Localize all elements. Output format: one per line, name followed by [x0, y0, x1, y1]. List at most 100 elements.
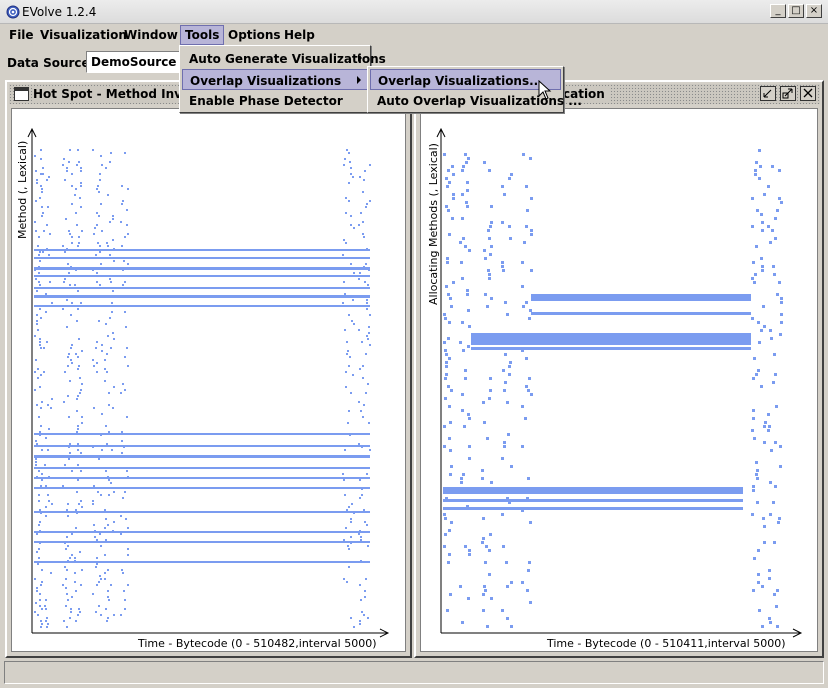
plot-mark: [80, 182, 82, 184]
plot-mark: [779, 445, 782, 448]
app-icon: [6, 5, 20, 19]
plot-mark: [47, 455, 49, 457]
plot-mark: [104, 380, 106, 382]
plot-canvas[interactable]: Allocating Methods (, Lexical) Time - By…: [420, 108, 818, 652]
plot-mark: [459, 341, 462, 344]
plot-mark: [486, 305, 489, 308]
plot-mark: [506, 497, 509, 500]
plot-mark: [450, 389, 453, 392]
plot-mark: [448, 405, 451, 408]
plot-mark: [77, 464, 79, 466]
plot-mark: [113, 521, 115, 523]
plot-mark: [778, 517, 781, 520]
plot-mark: [127, 188, 129, 190]
plot-mark: [69, 380, 71, 382]
plot-mark: [360, 410, 362, 412]
plot-mark: [124, 608, 126, 610]
plot-mark: [46, 626, 48, 628]
plot-mark: [510, 173, 513, 176]
plot-mark: [70, 359, 72, 361]
plot-mark: [362, 233, 364, 235]
plot-mark: [108, 392, 110, 394]
plot-mark: [358, 278, 360, 280]
plot-mark: [447, 169, 450, 172]
plot-mark: [77, 428, 79, 430]
plot-mark: [107, 590, 109, 592]
plot-mark: [36, 314, 38, 316]
plot-mark: [466, 189, 469, 192]
plot-mark: [123, 446, 125, 448]
plot-mark: [464, 545, 467, 548]
plot-mark: [756, 209, 759, 212]
plot-mark: [444, 377, 447, 380]
plot-mark: [482, 537, 485, 540]
menu-item-overlap-visualizations[interactable]: Overlap Visualizations...: [370, 69, 561, 90]
plot-mark: [78, 365, 80, 367]
plot-mark: [359, 620, 361, 622]
plot-mark: [35, 278, 37, 280]
plot-mark: [342, 254, 344, 256]
maximize-icon[interactable]: □: [788, 4, 804, 18]
plot-mark: [504, 381, 507, 384]
plot-mark: [113, 260, 115, 262]
plot-mark: [506, 313, 509, 316]
plot-mark: [37, 377, 39, 379]
plot-mark: [64, 278, 66, 280]
menu-tools[interactable]: Tools: [180, 25, 225, 45]
plot-mark: [752, 589, 755, 592]
plot-band: [34, 305, 370, 307]
menu-item-label: Overlap Visualizations: [190, 74, 342, 88]
plot-mark: [350, 173, 352, 175]
plot-mark: [361, 611, 363, 613]
plot-mark: [111, 311, 113, 313]
plot-mark: [80, 500, 82, 502]
plot-mark: [121, 203, 123, 205]
menu-visualization[interactable]: Visualization: [40, 25, 127, 45]
plot-mark: [364, 281, 366, 283]
plot-mark: [350, 518, 352, 520]
plot-mark: [751, 197, 754, 200]
close-icon[interactable]: ×: [806, 4, 822, 18]
plot-mark: [41, 215, 43, 217]
plot-mark: [761, 269, 764, 272]
plot-mark: [359, 530, 361, 532]
plot-mark: [34, 221, 36, 223]
menu-item-auto-overlap[interactable]: Auto Overlap Visualizations ...: [370, 90, 582, 111]
plot-mark: [352, 299, 354, 301]
menu-options[interactable]: Options: [228, 25, 281, 45]
plot-mark: [40, 158, 42, 160]
plot-mark: [755, 473, 758, 476]
plot-mark: [445, 353, 448, 356]
plot-mark: [67, 599, 69, 601]
plot-mark: [105, 470, 107, 472]
close-icon[interactable]: [800, 86, 816, 101]
menu-item-overlap[interactable]: Overlap Visualizations: [182, 69, 368, 90]
minimize-icon[interactable]: _: [770, 4, 786, 18]
plot-mark: [96, 371, 98, 373]
plot-mark: [449, 593, 452, 596]
plot-mark: [94, 530, 96, 532]
plot-mark: [360, 536, 362, 538]
iconify-icon[interactable]: [760, 86, 776, 101]
plot-mark: [757, 549, 760, 552]
plot-mark: [753, 357, 756, 360]
plot-mark: [36, 179, 38, 181]
plot-canvas[interactable]: Method (, Lexical) Time - Bytecode (0 - …: [11, 108, 406, 652]
plot-mark: [525, 357, 528, 360]
data-source-select[interactable]: DemoSource - h: [86, 51, 186, 73]
plot-mark: [126, 416, 128, 418]
plot-mark: [35, 464, 37, 466]
menu-help[interactable]: Help: [284, 25, 315, 45]
menu-item-auto-generate[interactable]: Auto Generate Visualizations: [182, 48, 386, 69]
plot-mark: [80, 452, 82, 454]
plot-mark: [780, 313, 783, 316]
plot-mark: [507, 433, 510, 436]
menu-item-phase-detector[interactable]: Enable Phase Detector: [182, 90, 368, 111]
plot-mark: [41, 608, 43, 610]
plot-mark: [366, 473, 368, 475]
plot-mark: [112, 290, 114, 292]
menu-file[interactable]: File: [9, 25, 34, 45]
menu-window[interactable]: Window: [124, 25, 178, 45]
maximize-icon[interactable]: [780, 86, 796, 101]
hot-spot-frame: Hot Spot - Method Invocat Method (, Lexi…: [5, 80, 412, 658]
